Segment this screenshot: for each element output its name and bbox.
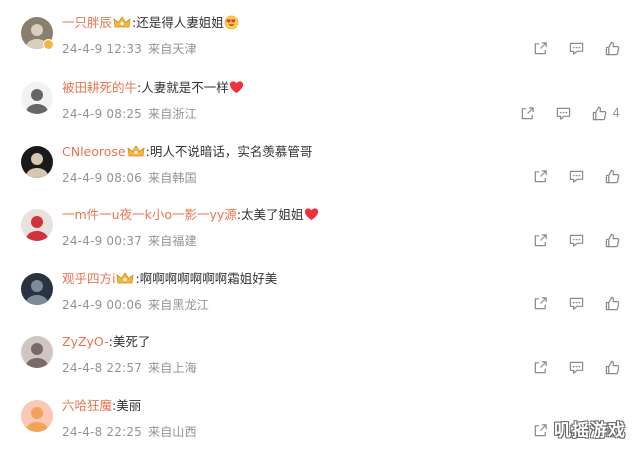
like-icon[interactable] bbox=[604, 359, 620, 375]
comment-item: 一只胖辰 :还是得人妻姐姐 24-4-9 12:33 来自天津 bbox=[0, 0, 636, 65]
comment-date: 24-4-8 22:57 bbox=[62, 361, 142, 375]
share-icon[interactable] bbox=[532, 423, 548, 439]
share-icon[interactable] bbox=[519, 105, 535, 121]
comment-text: :美丽 bbox=[112, 397, 142, 413]
like-icon[interactable] bbox=[604, 232, 620, 248]
comment-icon[interactable] bbox=[568, 359, 584, 375]
comment-date: 24-4-9 08:25 bbox=[62, 107, 142, 121]
comment-item: ZyZyO-:美死了 24-4-8 22:57 来自上海 bbox=[0, 319, 636, 383]
like-count: 4 bbox=[612, 106, 620, 120]
like-icon[interactable] bbox=[604, 296, 620, 312]
like-icon[interactable] bbox=[591, 105, 607, 121]
comment-text: :还是得人妻姐姐 bbox=[132, 15, 224, 30]
like-button[interactable] bbox=[604, 40, 620, 56]
share-icon[interactable] bbox=[532, 169, 548, 185]
share-icon[interactable] bbox=[532, 296, 548, 312]
like-button[interactable] bbox=[604, 359, 620, 375]
comment-icon[interactable] bbox=[555, 105, 571, 121]
username-link[interactable]: ZyZyO- bbox=[62, 334, 109, 349]
verified-badge-icon bbox=[43, 39, 54, 50]
comment-text: :明人不说暗话，实名羡慕管哥 bbox=[145, 143, 313, 159]
vip-crown-icon bbox=[116, 271, 135, 285]
username-link[interactable]: 观乎四方i bbox=[62, 271, 115, 286]
comment-date: 24-4-9 08:06 bbox=[62, 170, 142, 185]
comment-source: 来自韩国 bbox=[148, 170, 197, 185]
comment-source: 来自天津 bbox=[148, 42, 197, 56]
like-button[interactable] bbox=[604, 232, 620, 248]
share-icon[interactable] bbox=[532, 40, 548, 56]
heart-eyes-emoji bbox=[224, 15, 239, 30]
username-link[interactable]: CNleorose bbox=[62, 144, 126, 159]
vip-crown-icon bbox=[127, 144, 145, 158]
like-icon[interactable] bbox=[604, 40, 620, 56]
avatar[interactable] bbox=[21, 399, 53, 432]
like-button[interactable]: 4 bbox=[591, 105, 620, 121]
avatar[interactable] bbox=[21, 82, 53, 114]
comment-text: :太美了姐姐 bbox=[236, 207, 304, 222]
comment-source: 来自黑龙江 bbox=[148, 297, 210, 312]
comment-item: 一m件一u夜一k小o一影一yy源:太美了姐姐 24-4-9 00:37 来自福建 bbox=[0, 192, 636, 256]
comment-date: 24-4-9 00:06 bbox=[62, 297, 142, 312]
comment-date: 24-4-9 00:37 bbox=[62, 234, 142, 248]
comment-item: 被田耕死的牛:人妻就是不一样 24-4-9 08:25 来自浙江 4 bbox=[0, 65, 636, 129]
comment-source: 来自福建 bbox=[148, 234, 197, 248]
share-icon[interactable] bbox=[532, 359, 548, 375]
like-button[interactable] bbox=[604, 296, 620, 312]
username-link[interactable]: 六哈狂魔 bbox=[62, 398, 112, 413]
avatar[interactable] bbox=[21, 272, 53, 305]
like-icon[interactable] bbox=[604, 169, 620, 185]
red-heart-emoji bbox=[229, 80, 244, 95]
comment-text: :啊啊啊啊啊啊啊霜姐好美 bbox=[135, 270, 278, 286]
comment-icon[interactable] bbox=[568, 40, 584, 56]
comment-text: :人妻就是不一样 bbox=[137, 80, 229, 95]
comment-icon[interactable] bbox=[568, 169, 584, 185]
red-heart-emoji bbox=[304, 207, 319, 222]
username-link[interactable]: 被田耕死的牛 bbox=[62, 80, 137, 95]
avatar[interactable] bbox=[21, 145, 53, 178]
comment-date: 24-4-9 12:33 bbox=[62, 42, 142, 56]
comment-source: 来自浙江 bbox=[148, 107, 197, 121]
username-link[interactable]: 一只胖辰 bbox=[62, 15, 112, 30]
comment-icon[interactable] bbox=[568, 232, 584, 248]
share-icon[interactable] bbox=[532, 232, 548, 248]
comment-date: 24-4-8 22:25 bbox=[62, 424, 142, 439]
comment-list: 一只胖辰 :还是得人妻姐姐 24-4-9 12:33 来自天津被田耕死的牛:人妻就是不… bbox=[0, 0, 636, 446]
vip-crown-icon bbox=[113, 16, 131, 29]
comment-source: 来自上海 bbox=[148, 361, 197, 375]
avatar[interactable] bbox=[21, 336, 53, 368]
comment-item: 六哈狂魔:美丽 24-4-8 22:25 来自山西 bbox=[0, 383, 636, 447]
comment-item: 观乎四方i :啊啊啊啊啊啊啊霜姐好美 24-4-9 00:06 来自黑龙江 bbox=[0, 256, 636, 320]
username-link[interactable]: 一m件一u夜一k小o一影一yy源 bbox=[62, 207, 237, 222]
comment-text: :美死了 bbox=[108, 334, 151, 349]
comment-source: 来自山西 bbox=[148, 424, 197, 439]
watermark: 叽摇游戏 bbox=[554, 421, 626, 441]
comment-item: CNleorose :明人不说暗话，实名羡慕管哥 24-4-9 08:06 来自韩国 bbox=[0, 129, 636, 193]
avatar[interactable] bbox=[21, 209, 53, 241]
comment-icon[interactable] bbox=[568, 296, 584, 312]
like-button[interactable] bbox=[604, 169, 620, 185]
